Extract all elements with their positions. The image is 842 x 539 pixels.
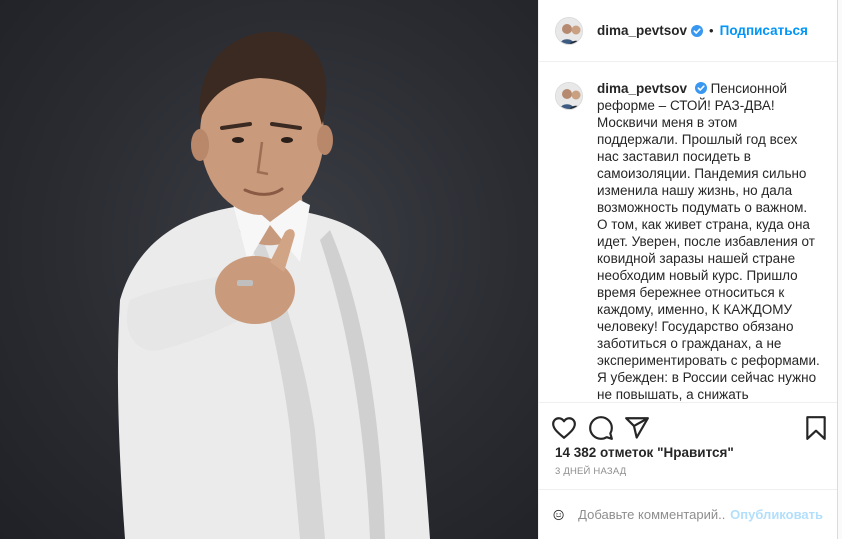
publish-button[interactable]: Опубликовать <box>730 507 823 522</box>
verified-badge-icon <box>694 82 707 94</box>
caption-username[interactable]: dima_pevtsov <box>597 81 687 96</box>
comment-icon[interactable] <box>588 415 614 441</box>
post-photo[interactable] <box>0 0 538 539</box>
heart-icon[interactable] <box>551 415 577 441</box>
post-side-panel: dima_pevtsov • Подписаться dima_pevtsov <box>538 0 838 539</box>
header-separator: • <box>709 23 714 38</box>
caption-area: dima_pevtsov Пенсионной реформе – СТОЙ! … <box>539 62 837 402</box>
avatar-image <box>556 83 582 109</box>
page-edge <box>838 0 842 539</box>
caption-text: Пенсионной реформе – СТОЙ! РАЗ-ДВА! Моск… <box>597 81 820 402</box>
post-time[interactable]: 3 ДНЕЙ НАЗАД <box>555 466 626 477</box>
post-header: dima_pevtsov • Подписаться <box>539 0 837 62</box>
author-username[interactable]: dima_pevtsov <box>597 23 687 38</box>
post-photo-illustration <box>117 31 431 539</box>
avatar-image <box>556 17 582 44</box>
post-caption: dima_pevtsov Пенсионной реформе – СТОЙ! … <box>597 80 821 402</box>
verified-badge-icon <box>691 24 704 37</box>
comment-input[interactable] <box>578 507 727 522</box>
comment-form: Опубликовать <box>539 489 837 539</box>
author-avatar[interactable] <box>555 16 583 45</box>
emoji-icon[interactable] <box>553 503 564 527</box>
follow-button[interactable]: Подписаться <box>720 23 808 38</box>
bookmark-icon[interactable] <box>803 415 829 441</box>
caption-author-avatar[interactable] <box>555 82 583 110</box>
share-icon[interactable] <box>624 415 650 441</box>
post-actions <box>539 402 837 450</box>
likes-count[interactable]: 14 382 отметок "Нравится" <box>555 445 734 460</box>
